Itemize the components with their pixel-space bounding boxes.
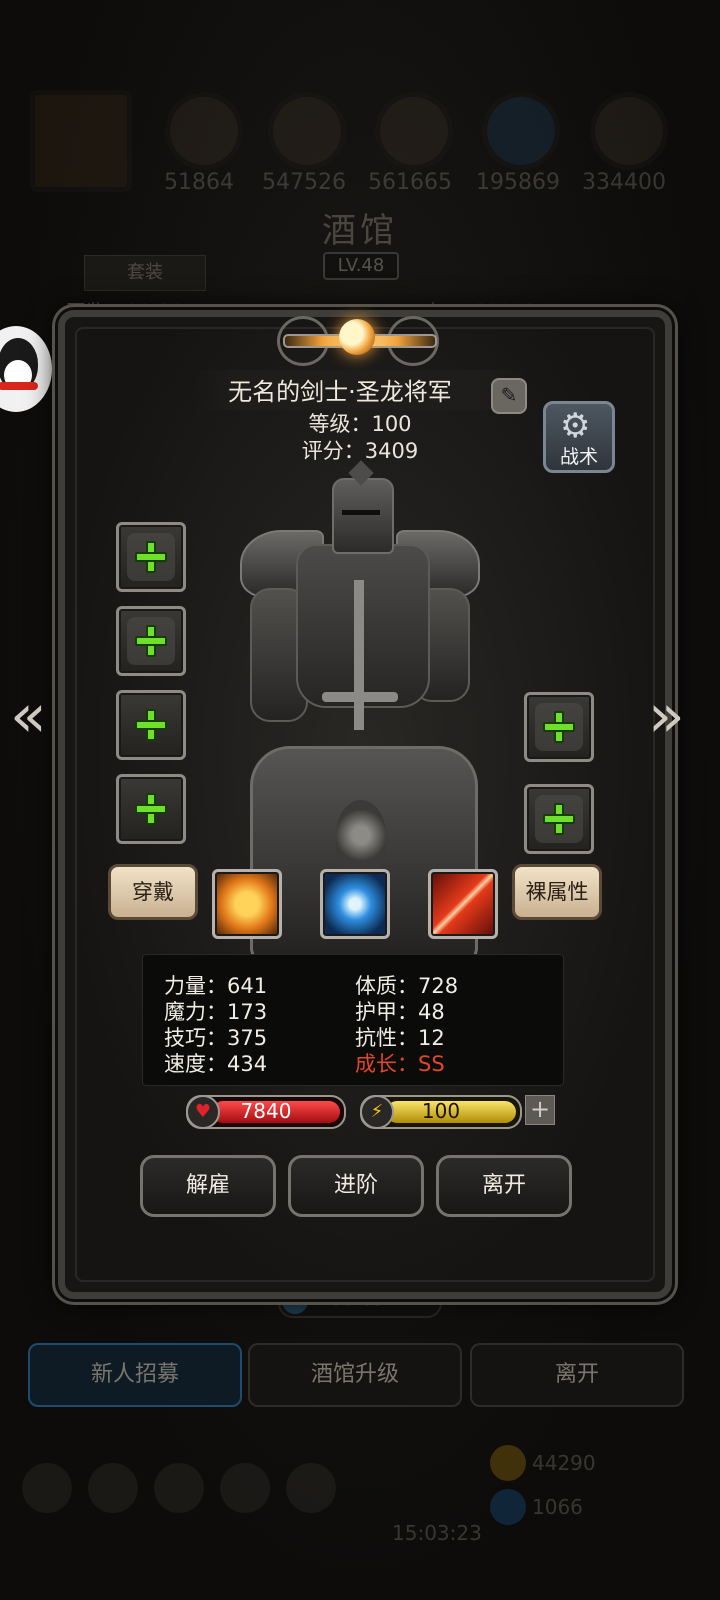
gem-value: 1066	[532, 1495, 583, 1519]
gold-value: 44290	[532, 1451, 596, 1475]
panel-ornament	[277, 306, 439, 370]
hp-value: 7840	[240, 1099, 292, 1123]
tactic-label: 战术	[559, 446, 598, 468]
double-chevron-right-icon[interactable]: »	[648, 686, 685, 746]
pencil-icon: ✎	[500, 383, 518, 407]
equip-slot-rune-1[interactable]	[524, 692, 594, 762]
equip-slot-rune-2[interactable]	[524, 784, 594, 854]
advance-button[interactable]: 进阶	[288, 1155, 424, 1217]
double-chevron-left-icon[interactable]: «	[10, 686, 47, 746]
crescent-moon-icon	[339, 319, 375, 355]
resource-value-1: 51864	[164, 170, 234, 195]
resource-icon-2	[268, 92, 346, 170]
clock-text: 15:03:23	[392, 1521, 482, 1545]
attr-growth: 成长：SS	[355, 1052, 445, 1076]
skill-eye-icon[interactable]	[320, 869, 390, 939]
equip-button[interactable]: 穿戴	[108, 864, 198, 920]
add-energy-button[interactable]: +	[525, 1095, 555, 1125]
hero-name: 无名的剑士·圣龙将军	[228, 378, 452, 406]
resource-icon-4	[482, 92, 560, 170]
new-recruit-button[interactable]: 新人招募	[28, 1343, 242, 1407]
bottom-bar: 44290 1066 15:03:23	[20, 1445, 700, 1545]
equip-slot-accessory-2[interactable]	[116, 774, 186, 844]
tactic-button[interactable]: ⚙ 战术	[543, 401, 615, 473]
tavern-leave-button[interactable]: 离开	[470, 1343, 684, 1407]
tavern-upgrade-button[interactable]: 酒馆升级	[248, 1343, 462, 1407]
equip-slot-weapon[interactable]	[116, 522, 186, 592]
leave-button[interactable]: 离开	[436, 1155, 572, 1217]
energy-bar: ⚡ 100	[360, 1095, 522, 1129]
tab-set[interactable]: 套装	[84, 255, 206, 291]
resource-bar: 51864 547526 561665 195869 334400	[30, 90, 690, 202]
energy-value: 100	[421, 1099, 461, 1123]
resource-value-4: 195869	[476, 170, 560, 195]
gear-icon: ⚙	[560, 406, 591, 446]
resource-value-5: 334400	[582, 170, 666, 195]
plus-icon	[135, 625, 167, 657]
resource-value-3: 561665	[368, 170, 452, 195]
attr-speed: 速度：434	[164, 1052, 268, 1076]
skill-shield-icon[interactable]	[212, 869, 282, 939]
plus-icon	[135, 709, 167, 741]
tavern-level: LV.48	[323, 252, 399, 280]
equip-slot-armor[interactable]	[116, 606, 186, 676]
plus-icon	[543, 711, 575, 743]
dismiss-button[interactable]: 解雇	[140, 1155, 276, 1217]
resource-icon-1	[165, 92, 243, 170]
plus-icon	[135, 793, 167, 825]
resource-icon-5	[590, 92, 668, 170]
resource-icon-3	[375, 92, 453, 170]
hp-bar: ♥ 7840	[186, 1095, 346, 1129]
plus-icon	[135, 541, 167, 573]
plus-icon	[543, 803, 575, 835]
equip-slot-accessory-1[interactable]	[116, 690, 186, 760]
resource-value-2: 547526	[262, 170, 346, 195]
resource-slot-avatar	[30, 90, 132, 192]
skill-slash-icon[interactable]	[428, 869, 498, 939]
tavern-title: 酒馆	[322, 211, 398, 251]
bare-attributes-button[interactable]: 裸属性	[512, 864, 602, 920]
